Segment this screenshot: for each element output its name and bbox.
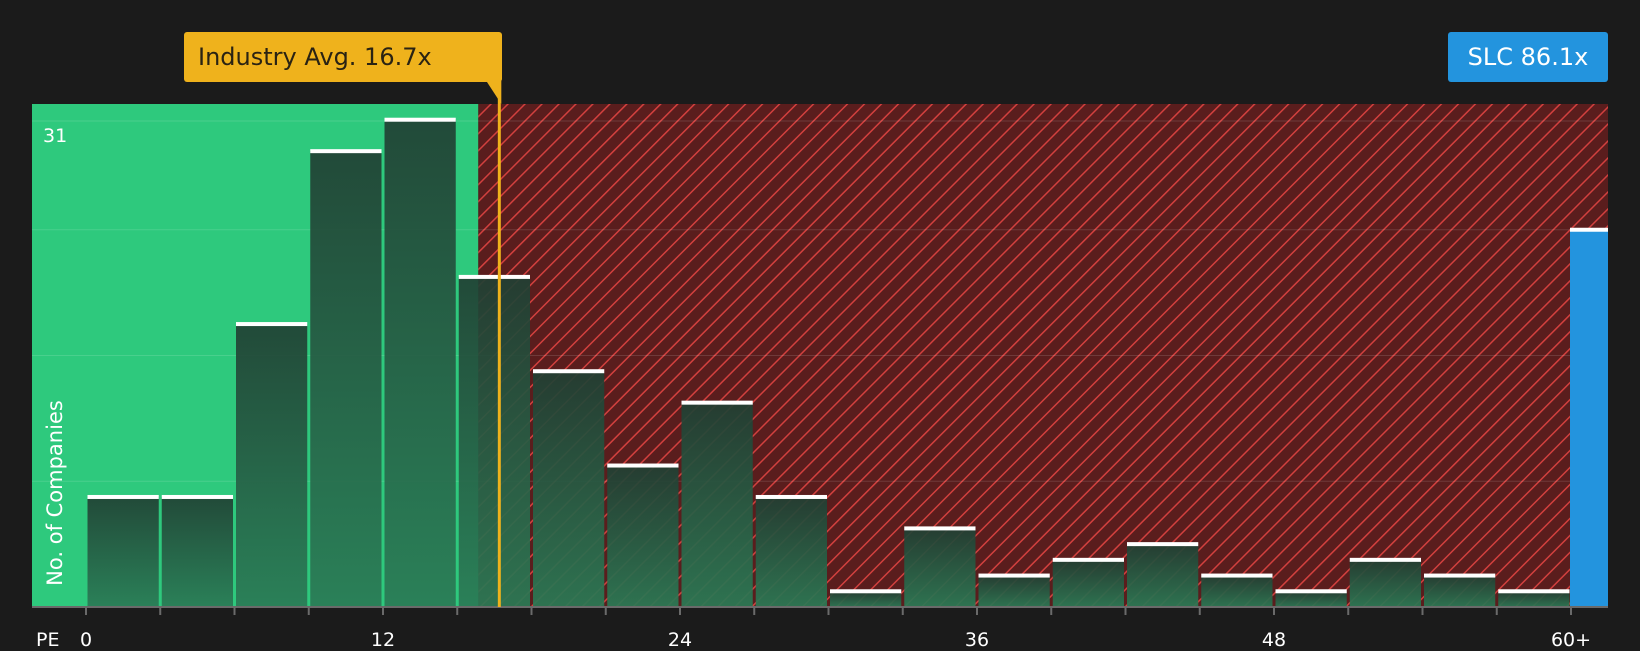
histogram-bar-cap [1424,573,1496,578]
y-axis-label: No. of Companies [43,400,67,586]
histogram-bar [755,496,827,607]
histogram-bar-cap [681,400,753,405]
histogram-bar-cap [161,494,233,499]
histogram-bar [1275,591,1347,607]
company-pe-bar [1570,229,1608,607]
histogram-bar [1127,544,1199,607]
histogram-bar-cap [904,526,976,531]
histogram-bar-cap [755,494,827,499]
industry-average-callout: Industry Avg. 16.7x [184,32,502,82]
histogram-bar-cap [1349,557,1421,562]
histogram-bar [1201,575,1273,607]
histogram-bar [161,496,233,607]
x-tick-label: 60+ [1551,629,1591,650]
x-tick-label: 48 [1262,629,1286,650]
histogram-bar [87,496,159,607]
histogram-bar-cap [533,369,605,374]
histogram-bar [533,371,605,607]
histogram-bar-cap [87,494,159,499]
x-axis-label: PE [36,629,60,651]
x-tick-label: 36 [965,629,989,650]
histogram-bar-cap [607,463,679,468]
histogram-bar-cap [978,573,1050,578]
histogram-bar-cap [384,117,456,122]
histogram-bar [681,402,753,607]
histogram-bar [310,151,382,607]
histogram-bar-cap [458,274,530,279]
histogram-bar-cap [1052,557,1124,562]
histogram-bar-cap [1498,589,1570,594]
histogram-bar [458,276,530,607]
histogram-bar [384,119,456,607]
histogram-bar-cap [1127,542,1199,547]
histogram-bar-cap [1275,589,1347,594]
histogram-bar-cap [1201,573,1273,578]
histogram-bar [1498,591,1570,607]
histogram-bar [1052,559,1124,607]
histogram-bar-cap [310,149,382,154]
histogram-bar [830,591,902,607]
histogram-bar [1349,559,1421,607]
x-tick-label: 24 [668,629,692,650]
histogram-bar [607,465,679,607]
histogram-bar [978,575,1050,607]
company-pe-callout: SLC 86.1x [1448,32,1608,82]
histogram-bar [236,324,308,607]
x-tick-label: 12 [371,629,395,650]
pe-distribution-chart: 0 12 24 36 48 60+ [32,81,1609,650]
x-tick-label: 0 [80,629,92,650]
histogram-bar-cap [236,322,308,327]
histogram-bar [904,528,976,607]
company-pe-bar-cap [1570,227,1608,232]
y-tick-label: 31 [43,125,68,147]
histogram-bar-cap [830,589,902,594]
histogram-bar [1424,575,1496,607]
